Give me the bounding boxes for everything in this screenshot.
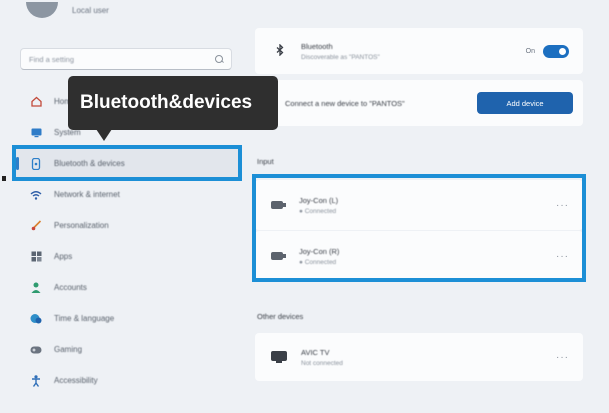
highlight-box-nav bbox=[12, 145, 242, 181]
bluetooth-icon bbox=[273, 42, 287, 59]
accessibility-icon bbox=[30, 374, 42, 387]
bluetooth-toggle[interactable] bbox=[543, 44, 569, 58]
sidebar-item-label: Apps bbox=[54, 252, 73, 261]
search-input[interactable]: Find a setting bbox=[20, 48, 232, 70]
sidebar-item-accounts[interactable]: Accounts bbox=[14, 272, 240, 303]
sidebar-item-accessibility[interactable]: Accessibility bbox=[14, 365, 240, 396]
device-text: AVIC TV Not connected bbox=[301, 348, 556, 367]
section-label-other: Other devices bbox=[257, 312, 304, 321]
user-name: Local user bbox=[72, 5, 109, 15]
device-card-avic-tv[interactable]: AVIC TV Not connected ··· bbox=[255, 333, 583, 381]
sidebar-item-label: Network & internet bbox=[54, 190, 120, 199]
more-options-icon[interactable]: ··· bbox=[556, 352, 569, 363]
device-status: Not connected bbox=[301, 359, 343, 367]
sidebar-item-label: Time & language bbox=[54, 314, 115, 323]
sidebar-item-label: Accessibility bbox=[54, 376, 98, 385]
avatar bbox=[26, 2, 58, 18]
monitor-icon bbox=[30, 127, 42, 139]
brush-icon bbox=[30, 220, 42, 232]
tooltip: Bluetooth&devices bbox=[68, 76, 278, 130]
bluetooth-text: Bluetooth Discoverable as "PANTOS" bbox=[301, 42, 526, 61]
device-name: AVIC TV bbox=[301, 347, 330, 357]
add-device-card: Connect a new device to "PANTOS" Add dev… bbox=[255, 80, 583, 126]
bluetooth-title: Bluetooth bbox=[301, 41, 333, 51]
sidebar-item-time-language[interactable]: Time & language bbox=[14, 303, 240, 334]
add-device-button-label: Add device bbox=[506, 98, 544, 108]
add-device-text: Connect a new device to "PANTOS" bbox=[285, 98, 405, 108]
sidebar-item-label: Personalization bbox=[54, 221, 109, 230]
bluetooth-toggle-state: On bbox=[525, 47, 535, 55]
gamepad-icon bbox=[30, 344, 42, 356]
add-device-button[interactable]: Add device bbox=[477, 92, 573, 114]
user-profile[interactable]: Local user bbox=[26, 0, 109, 20]
globe-clock-icon bbox=[30, 313, 42, 325]
sidebar-item-network[interactable]: Network & internet bbox=[14, 179, 240, 210]
sidebar-item-personalization[interactable]: Personalization bbox=[14, 210, 240, 241]
sidebar-item-label: Gaming bbox=[54, 345, 83, 354]
sidebar: Local user Find a setting Home System Bl… bbox=[0, 0, 246, 413]
tooltip-tail bbox=[96, 129, 112, 141]
bluetooth-subtitle: Discoverable as "PANTOS" bbox=[301, 53, 380, 61]
home-icon bbox=[30, 96, 42, 108]
section-label-input: Input bbox=[257, 157, 274, 166]
tooltip-label: Bluetooth&devices bbox=[80, 92, 253, 113]
search-icon bbox=[215, 55, 223, 63]
sidebar-item-gaming[interactable]: Gaming bbox=[14, 334, 240, 365]
search-placeholder: Find a setting bbox=[29, 54, 75, 64]
mouse-pointer-icon bbox=[2, 176, 6, 181]
sidebar-nav: Home System Bluetooth & devices Network … bbox=[14, 86, 240, 396]
tv-icon bbox=[271, 351, 287, 363]
sidebar-item-apps[interactable]: Apps bbox=[14, 241, 240, 272]
highlight-box-devices bbox=[252, 174, 586, 282]
wifi-icon bbox=[30, 189, 42, 201]
bluetooth-card: Bluetooth Discoverable as "PANTOS" On bbox=[255, 28, 583, 74]
apps-icon bbox=[30, 251, 42, 263]
person-icon bbox=[30, 282, 42, 294]
sidebar-item-label: Accounts bbox=[54, 283, 87, 292]
